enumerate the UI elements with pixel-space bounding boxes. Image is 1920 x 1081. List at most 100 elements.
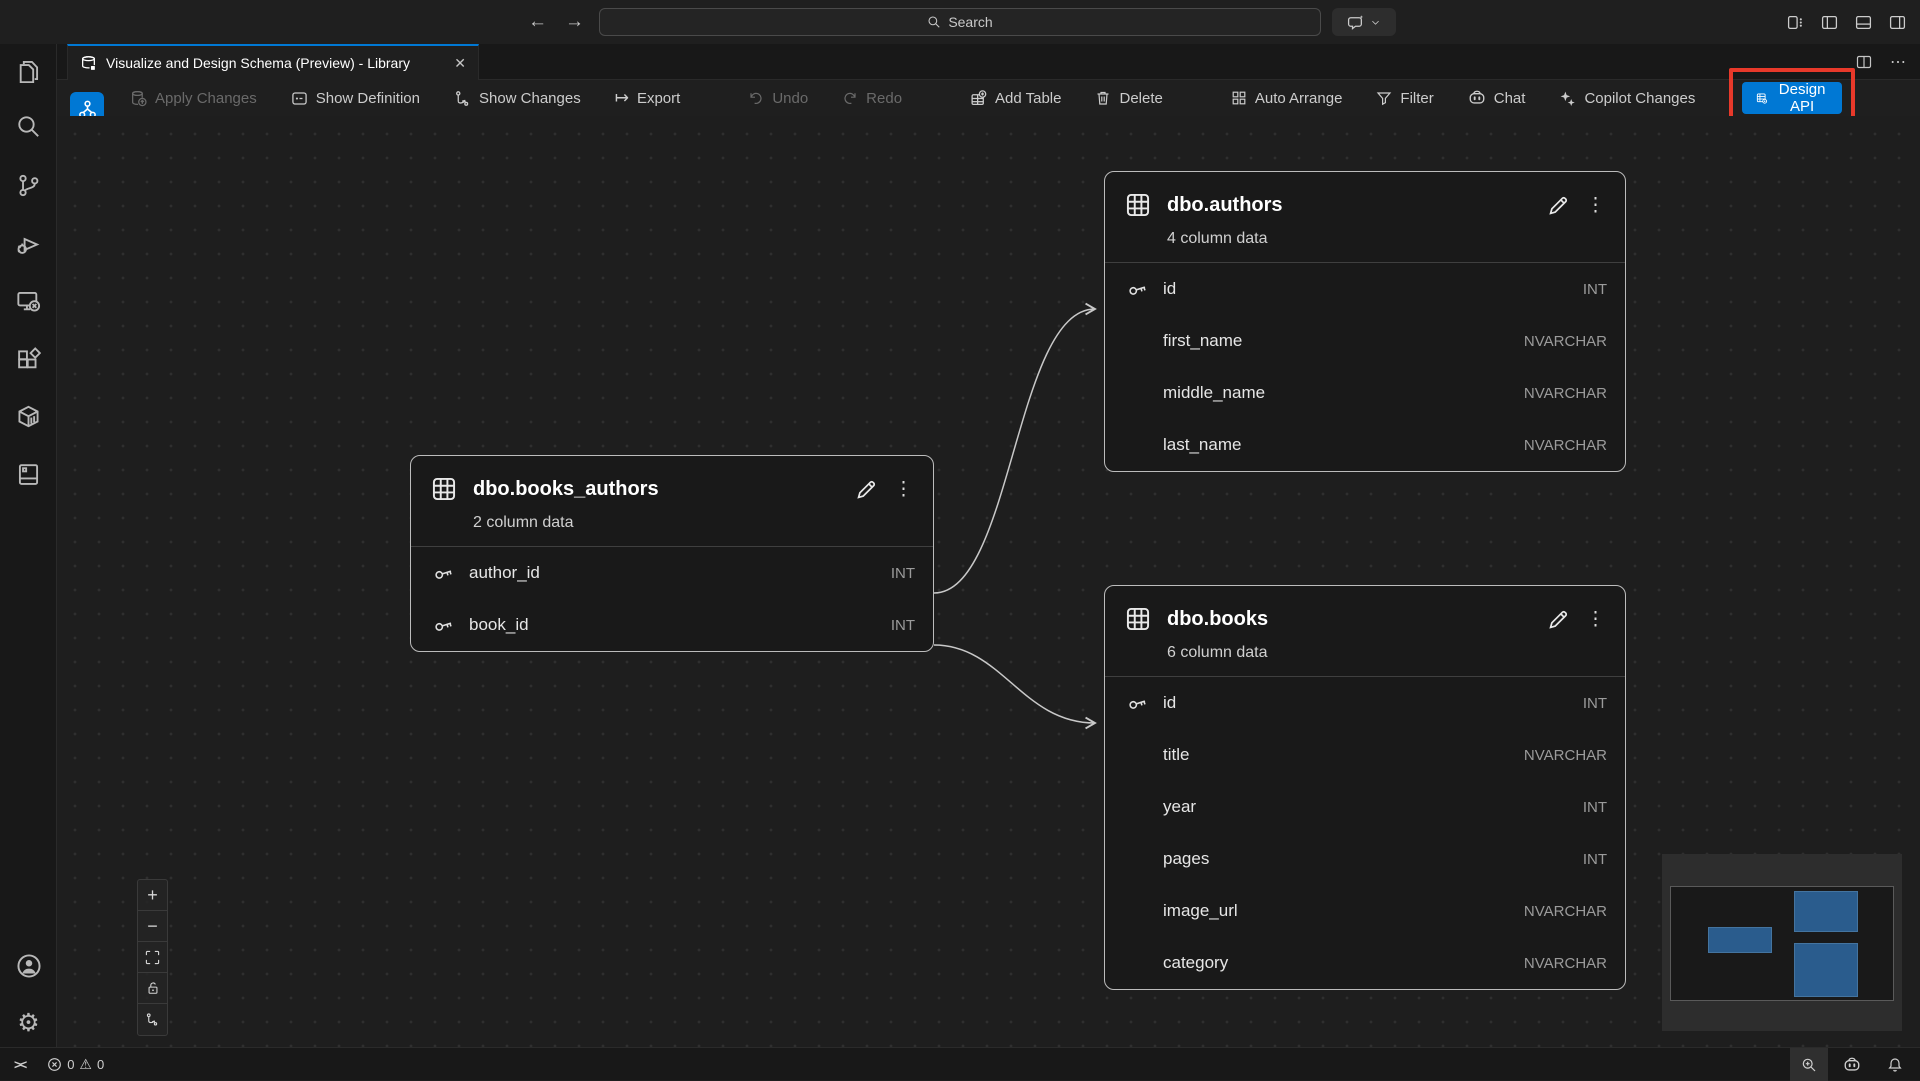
column-row[interactable]: pages INT (1105, 833, 1625, 885)
run-and-debug-icon[interactable] (0, 220, 57, 268)
auto-arrange-button[interactable]: Auto Arrange (1231, 90, 1343, 107)
edit-pencil-icon[interactable] (1547, 194, 1570, 217)
column-name: first_name (1163, 331, 1512, 351)
delete-label: Delete (1119, 90, 1162, 107)
design-api-button[interactable]: Design API (1742, 82, 1842, 114)
table-subtitle: 6 column data (1167, 644, 1605, 662)
table-more-icon[interactable]: ⋮ (894, 478, 913, 501)
warning-icon: ⚠ (79, 1056, 92, 1073)
tab-close-icon[interactable]: ✕ (454, 55, 466, 72)
chat-button[interactable]: Chat (1468, 89, 1526, 107)
fit-view-button[interactable] (138, 942, 167, 973)
column-row[interactable]: title NVARCHAR (1105, 729, 1625, 781)
column-row[interactable]: id INT (1105, 263, 1625, 315)
design-api-icon (1756, 90, 1768, 107)
column-type: INT (1583, 695, 1607, 712)
search-sidebar-icon[interactable] (0, 102, 57, 150)
column-row[interactable]: book_id INT (411, 599, 933, 651)
add-table-button[interactable]: Add Table (970, 90, 1061, 107)
search-placeholder: Search (948, 14, 992, 30)
add-table-label: Add Table (995, 90, 1061, 107)
diagram-canvas[interactable]: dbo.authors ⋮ 4 column data id INT first… (57, 116, 1920, 1047)
column-row[interactable]: image_url NVARCHAR (1105, 885, 1625, 937)
arrange-edges-icon (145, 1012, 160, 1027)
toggle-panel-icon[interactable] (1855, 14, 1872, 31)
column-name: image_url (1163, 901, 1512, 921)
problems-indicator[interactable]: 0 ⚠ 0 (39, 1056, 112, 1073)
chevron-down-icon (1370, 17, 1381, 28)
column-row[interactable]: category NVARCHAR (1105, 937, 1625, 989)
table-more-icon[interactable]: ⋮ (1586, 608, 1605, 631)
notifications-button[interactable] (1876, 1048, 1914, 1081)
column-row[interactable]: year INT (1105, 781, 1625, 833)
explorer-icon[interactable] (0, 46, 57, 94)
show-definition-button[interactable]: Show Definition (291, 90, 420, 107)
schema-designer-view: Apply Changes Show Definition Show Chang… (57, 80, 1920, 1047)
zoom-magnifier-icon (1801, 1057, 1817, 1073)
column-type: NVARCHAR (1524, 333, 1607, 350)
schema-toolbar: Apply Changes Show Definition Show Chang… (57, 80, 1920, 116)
toggle-sidebar-left-icon[interactable] (1821, 14, 1838, 31)
source-control-icon[interactable] (0, 161, 57, 209)
filter-button[interactable]: Filter (1376, 90, 1433, 107)
table-card-books[interactable]: dbo.books ⋮ 6 column data id INT title N… (1104, 585, 1626, 990)
delete-button[interactable]: Delete (1095, 90, 1162, 107)
show-definition-icon (291, 90, 308, 107)
minimap[interactable] (1662, 854, 1902, 1031)
database-projects-icon[interactable] (0, 450, 57, 498)
table-subtitle: 4 column data (1167, 230, 1605, 248)
zoom-status-button[interactable] (1790, 1048, 1828, 1081)
zoom-out-button[interactable]: − (138, 911, 167, 942)
zoom-out-icon: − (147, 916, 158, 937)
filter-icon (1376, 90, 1392, 106)
arrange-edges-button[interactable] (138, 1004, 167, 1035)
redo-label: Redo (866, 90, 902, 107)
edit-pencil-icon[interactable] (1547, 608, 1570, 631)
accounts-icon[interactable] (0, 942, 57, 990)
zoom-in-button[interactable]: + (138, 880, 167, 911)
minimap-node-authors (1794, 891, 1858, 932)
forward-icon[interactable]: → (565, 11, 584, 33)
copilot-menu-button[interactable] (1332, 8, 1396, 36)
show-changes-label: Show Changes (479, 90, 581, 107)
copilot-changes-sparkle-icon (1559, 90, 1576, 107)
extensions-icon[interactable] (0, 335, 57, 383)
add-table-icon (970, 90, 987, 107)
error-count: 0 (67, 1057, 74, 1072)
column-row[interactable]: id INT (1105, 677, 1625, 729)
bell-icon (1887, 1057, 1903, 1073)
copilot-changes-button[interactable]: Copilot Changes (1559, 90, 1695, 107)
search-input[interactable]: Search (599, 8, 1321, 36)
column-row[interactable]: author_id INT (411, 547, 933, 599)
auto-arrange-icon (1231, 90, 1247, 106)
warning-count: 0 (97, 1057, 104, 1072)
column-name: id (1163, 279, 1571, 299)
copilot-status-button[interactable] (1832, 1048, 1872, 1081)
customize-layout-icon[interactable] (1787, 14, 1804, 31)
table-card-books-authors[interactable]: dbo.books_authors ⋮ 2 column data author… (410, 455, 934, 652)
containers-icon[interactable] (0, 392, 57, 440)
lock-button[interactable] (138, 973, 167, 1004)
table-card-authors[interactable]: dbo.authors ⋮ 4 column data id INT first… (1104, 171, 1626, 472)
column-row[interactable]: first_name NVARCHAR (1105, 315, 1625, 367)
title-bar: ← → Search (0, 0, 1920, 44)
column-row[interactable]: last_name NVARCHAR (1105, 419, 1625, 471)
undo-button[interactable]: Undo (748, 90, 808, 107)
table-more-icon[interactable]: ⋮ (1586, 194, 1605, 217)
column-row[interactable]: middle_name NVARCHAR (1105, 367, 1625, 419)
settings-gear-icon[interactable]: ⚙ (0, 999, 57, 1047)
export-icon: ↦ (615, 88, 629, 108)
tab-visualize-design-schema[interactable]: Visualize and Design Schema (Preview) - … (67, 44, 479, 80)
back-icon[interactable]: ← (528, 11, 547, 33)
delete-trash-icon (1095, 90, 1111, 106)
remote-indicator[interactable]: >< (0, 1048, 39, 1081)
export-button[interactable]: ↦ Export (615, 88, 681, 108)
remote-explorer-icon[interactable] (0, 277, 57, 325)
apply-changes-label: Apply Changes (155, 90, 257, 107)
show-changes-button[interactable]: Show Changes (454, 90, 581, 107)
apply-changes-button[interactable]: Apply Changes (130, 90, 257, 107)
edit-pencil-icon[interactable] (855, 478, 878, 501)
toggle-sidebar-right-icon[interactable] (1889, 14, 1906, 31)
redo-button[interactable]: Redo (842, 90, 902, 107)
show-changes-icon (454, 90, 471, 107)
